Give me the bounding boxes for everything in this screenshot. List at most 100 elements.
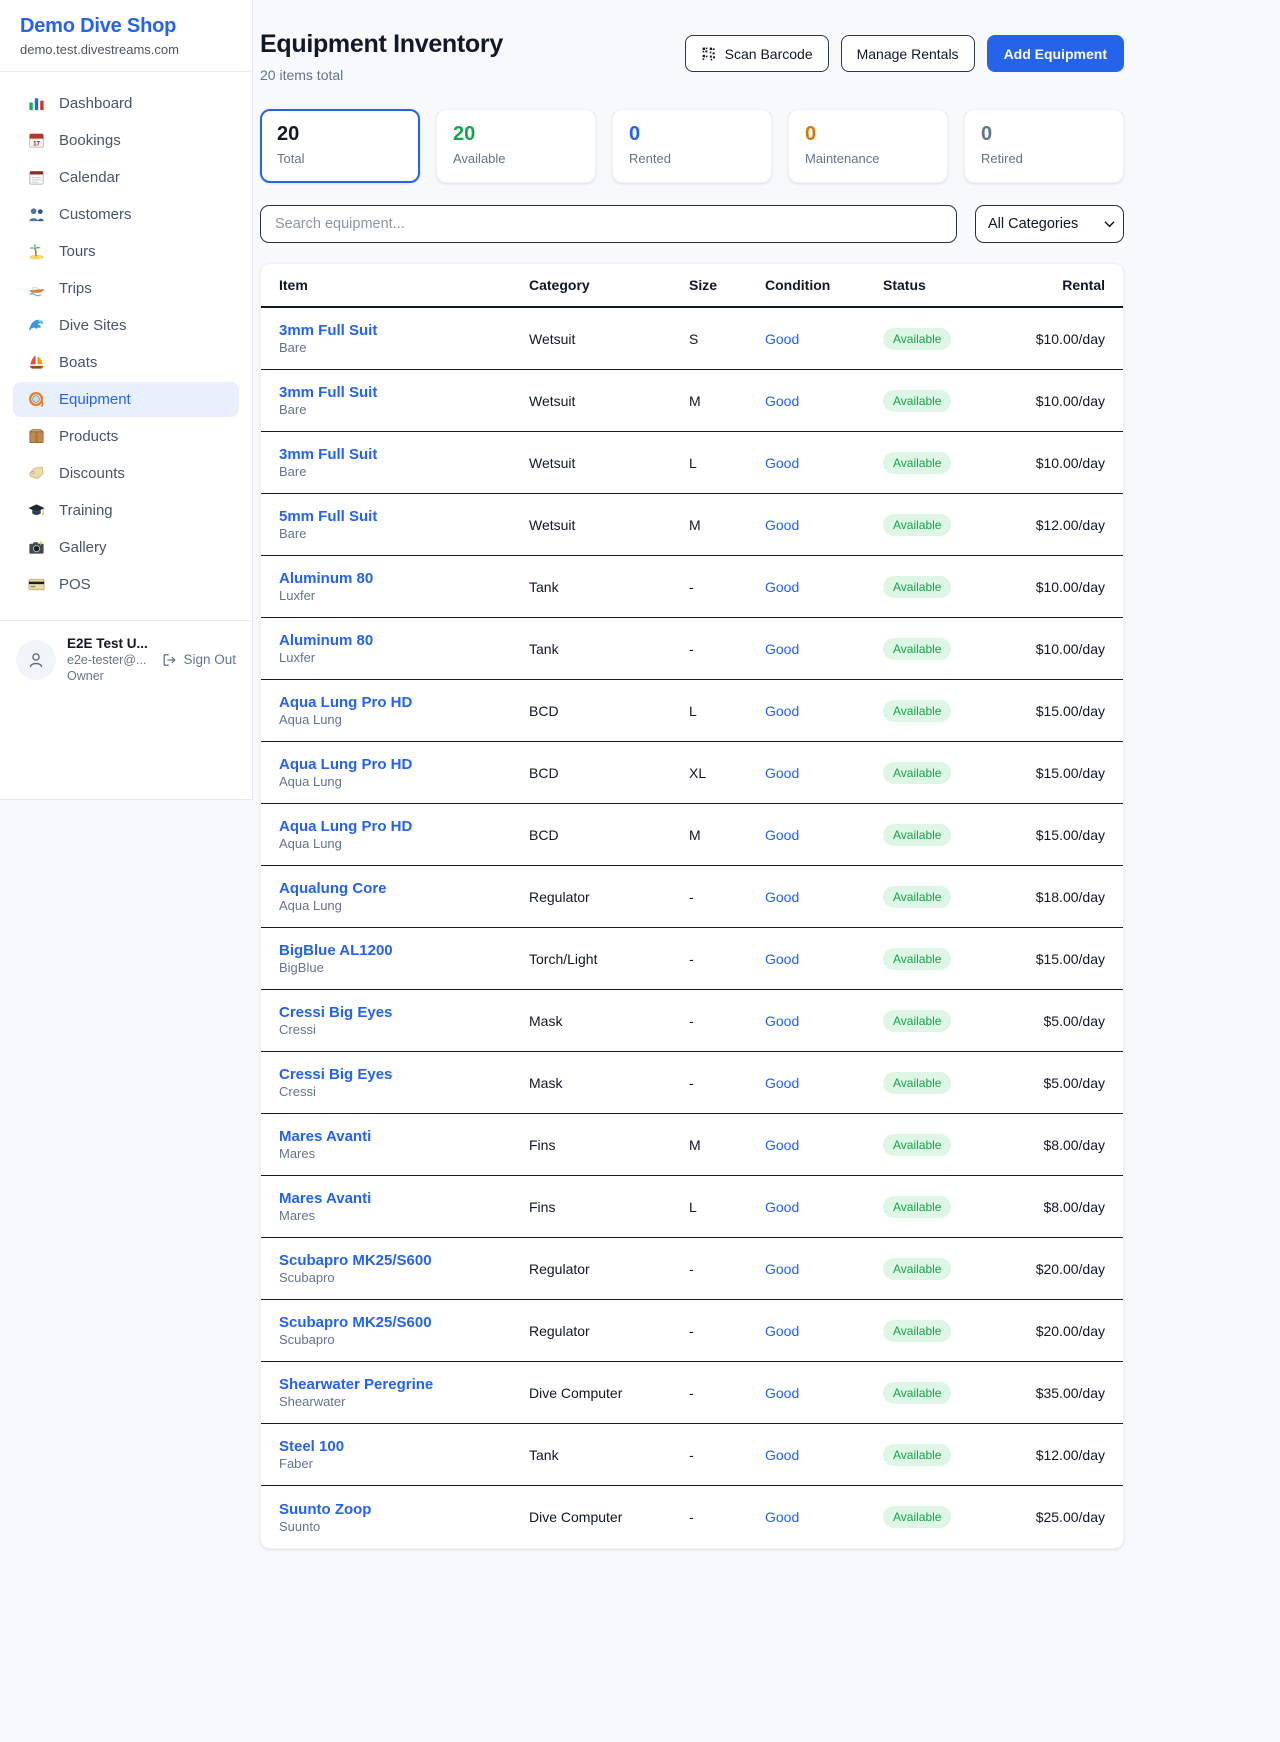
- cell-size: -: [689, 1447, 765, 1463]
- item-name-link[interactable]: BigBlue AL1200: [279, 942, 529, 959]
- item-name-link[interactable]: Aluminum 80: [279, 632, 529, 649]
- manage-rentals-label: Manage Rentals: [857, 46, 959, 62]
- scan-barcode-button[interactable]: Scan Barcode: [685, 35, 829, 72]
- item-name-link[interactable]: Steel 100: [279, 1438, 529, 1455]
- sidebar-item-boats[interactable]: Boats: [13, 345, 239, 380]
- condition-link[interactable]: Good: [765, 393, 799, 409]
- item-name-link[interactable]: Suunto Zoop: [279, 1501, 529, 1518]
- condition-link[interactable]: Good: [765, 331, 799, 347]
- manage-rentals-button[interactable]: Manage Rentals: [841, 35, 975, 72]
- item-name-link[interactable]: Aqua Lung Pro HD: [279, 756, 529, 773]
- category-select[interactable]: All Categories: [975, 205, 1124, 243]
- item-name-link[interactable]: Aqualung Core: [279, 880, 529, 897]
- item-name-link[interactable]: 3mm Full Suit: [279, 384, 529, 401]
- condition-link[interactable]: Good: [765, 517, 799, 533]
- sidebar-item-pos[interactable]: POS: [13, 567, 239, 602]
- sidebar-item-label: Discounts: [59, 465, 125, 482]
- condition-link[interactable]: Good: [765, 1323, 799, 1339]
- sidebar-nav: Dashboard 17 Bookings Calendar Customers…: [0, 72, 252, 614]
- dive-sites-icon: [27, 316, 46, 335]
- sidebar-item-bookings[interactable]: 17 Bookings: [13, 123, 239, 158]
- item-name-link[interactable]: Shearwater Peregrine: [279, 1376, 529, 1393]
- sidebar-item-training[interactable]: Training: [13, 493, 239, 528]
- condition-link[interactable]: Good: [765, 1199, 799, 1215]
- calendar-icon: [27, 168, 46, 187]
- condition-link[interactable]: Good: [765, 579, 799, 595]
- item-name-link[interactable]: 3mm Full Suit: [279, 446, 529, 463]
- condition-link[interactable]: Good: [765, 641, 799, 657]
- stat-card-total[interactable]: 20 Total: [260, 109, 420, 183]
- condition-link[interactable]: Good: [765, 455, 799, 471]
- col-header-status: Status: [883, 277, 1033, 293]
- condition-link[interactable]: Good: [765, 703, 799, 719]
- cell-rental: $10.00/day: [1033, 393, 1105, 409]
- sidebar-item-dashboard[interactable]: Dashboard: [13, 86, 239, 121]
- stat-card-maintenance[interactable]: 0 Maintenance: [788, 109, 948, 183]
- user-role: Owner: [67, 669, 150, 683]
- cell-category: Fins: [529, 1137, 689, 1153]
- table-row: 3mm Full Suit Bare Wetsuit M Good Availa…: [261, 370, 1123, 432]
- condition-link[interactable]: Good: [765, 827, 799, 843]
- item-name-link[interactable]: Mares Avanti: [279, 1190, 529, 1207]
- sidebar-item-tours[interactable]: Tours: [13, 234, 239, 269]
- item-name-link[interactable]: Cressi Big Eyes: [279, 1004, 529, 1021]
- cell-size: -: [689, 889, 765, 905]
- stat-card-rented[interactable]: 0 Rented: [612, 109, 772, 183]
- condition-link[interactable]: Good: [765, 765, 799, 781]
- item-name-link[interactable]: Aqua Lung Pro HD: [279, 818, 529, 835]
- condition-link[interactable]: Good: [765, 1447, 799, 1463]
- sidebar-item-equipment[interactable]: Equipment: [13, 382, 239, 417]
- item-name-link[interactable]: Scubapro MK25/S600: [279, 1314, 529, 1331]
- sign-out-button[interactable]: Sign Out: [161, 652, 236, 668]
- sidebar-item-label: Bookings: [59, 132, 121, 149]
- item-name-link[interactable]: Scubapro MK25/S600: [279, 1252, 529, 1269]
- cell-size: -: [689, 1261, 765, 1277]
- item-brand: Aqua Lung: [279, 774, 342, 789]
- stat-card-retired[interactable]: 0 Retired: [964, 109, 1124, 183]
- item-name-link[interactable]: Aqua Lung Pro HD: [279, 694, 529, 711]
- condition-link[interactable]: Good: [765, 1509, 799, 1525]
- cell-category: Wetsuit: [529, 455, 689, 471]
- table-row: Aluminum 80 Luxfer Tank - Good Available…: [261, 556, 1123, 618]
- tours-icon: [27, 242, 46, 261]
- cell-rental: $20.00/day: [1033, 1261, 1105, 1277]
- item-name-link[interactable]: Cressi Big Eyes: [279, 1066, 529, 1083]
- table-row: Aqua Lung Pro HD Aqua Lung BCD L Good Av…: [261, 680, 1123, 742]
- condition-link[interactable]: Good: [765, 889, 799, 905]
- cell-size: L: [689, 703, 765, 719]
- sidebar-item-products[interactable]: Products: [13, 419, 239, 454]
- item-name-link[interactable]: Mares Avanti: [279, 1128, 529, 1145]
- stat-card-available[interactable]: 20 Available: [436, 109, 596, 183]
- sidebar-item-discounts[interactable]: Discounts: [13, 456, 239, 491]
- condition-link[interactable]: Good: [765, 1013, 799, 1029]
- sidebar-item-calendar[interactable]: Calendar: [13, 160, 239, 195]
- pos-icon: [27, 575, 46, 594]
- cell-rental: $10.00/day: [1033, 455, 1105, 471]
- sidebar-item-dive-sites[interactable]: Dive Sites: [13, 308, 239, 343]
- condition-link[interactable]: Good: [765, 1137, 799, 1153]
- cell-category: Dive Computer: [529, 1385, 689, 1401]
- item-brand: Mares: [279, 1208, 315, 1223]
- item-name-link[interactable]: Aluminum 80: [279, 570, 529, 587]
- condition-link[interactable]: Good: [765, 1075, 799, 1091]
- condition-link[interactable]: Good: [765, 1261, 799, 1277]
- status-badge: Available: [883, 576, 951, 598]
- col-header-item: Item: [279, 277, 529, 293]
- search-input[interactable]: [260, 205, 957, 243]
- sidebar-item-label: Trips: [59, 280, 92, 297]
- sidebar-item-trips[interactable]: Trips: [13, 271, 239, 306]
- cell-category: Wetsuit: [529, 517, 689, 533]
- table-row: Steel 100 Faber Tank - Good Available $1…: [261, 1424, 1123, 1486]
- add-equipment-button[interactable]: Add Equipment: [987, 35, 1124, 72]
- cell-rental: $5.00/day: [1033, 1013, 1105, 1029]
- category-select-wrap: All Categories: [975, 205, 1124, 243]
- sidebar-item-gallery[interactable]: Gallery: [13, 530, 239, 565]
- sidebar-item-customers[interactable]: Customers: [13, 197, 239, 232]
- item-name-link[interactable]: 5mm Full Suit: [279, 508, 529, 525]
- cell-rental: $20.00/day: [1033, 1323, 1105, 1339]
- condition-link[interactable]: Good: [765, 1385, 799, 1401]
- person-icon: [26, 650, 46, 670]
- item-name-link[interactable]: 3mm Full Suit: [279, 322, 529, 339]
- condition-link[interactable]: Good: [765, 951, 799, 967]
- svg-text:17: 17: [33, 140, 40, 147]
